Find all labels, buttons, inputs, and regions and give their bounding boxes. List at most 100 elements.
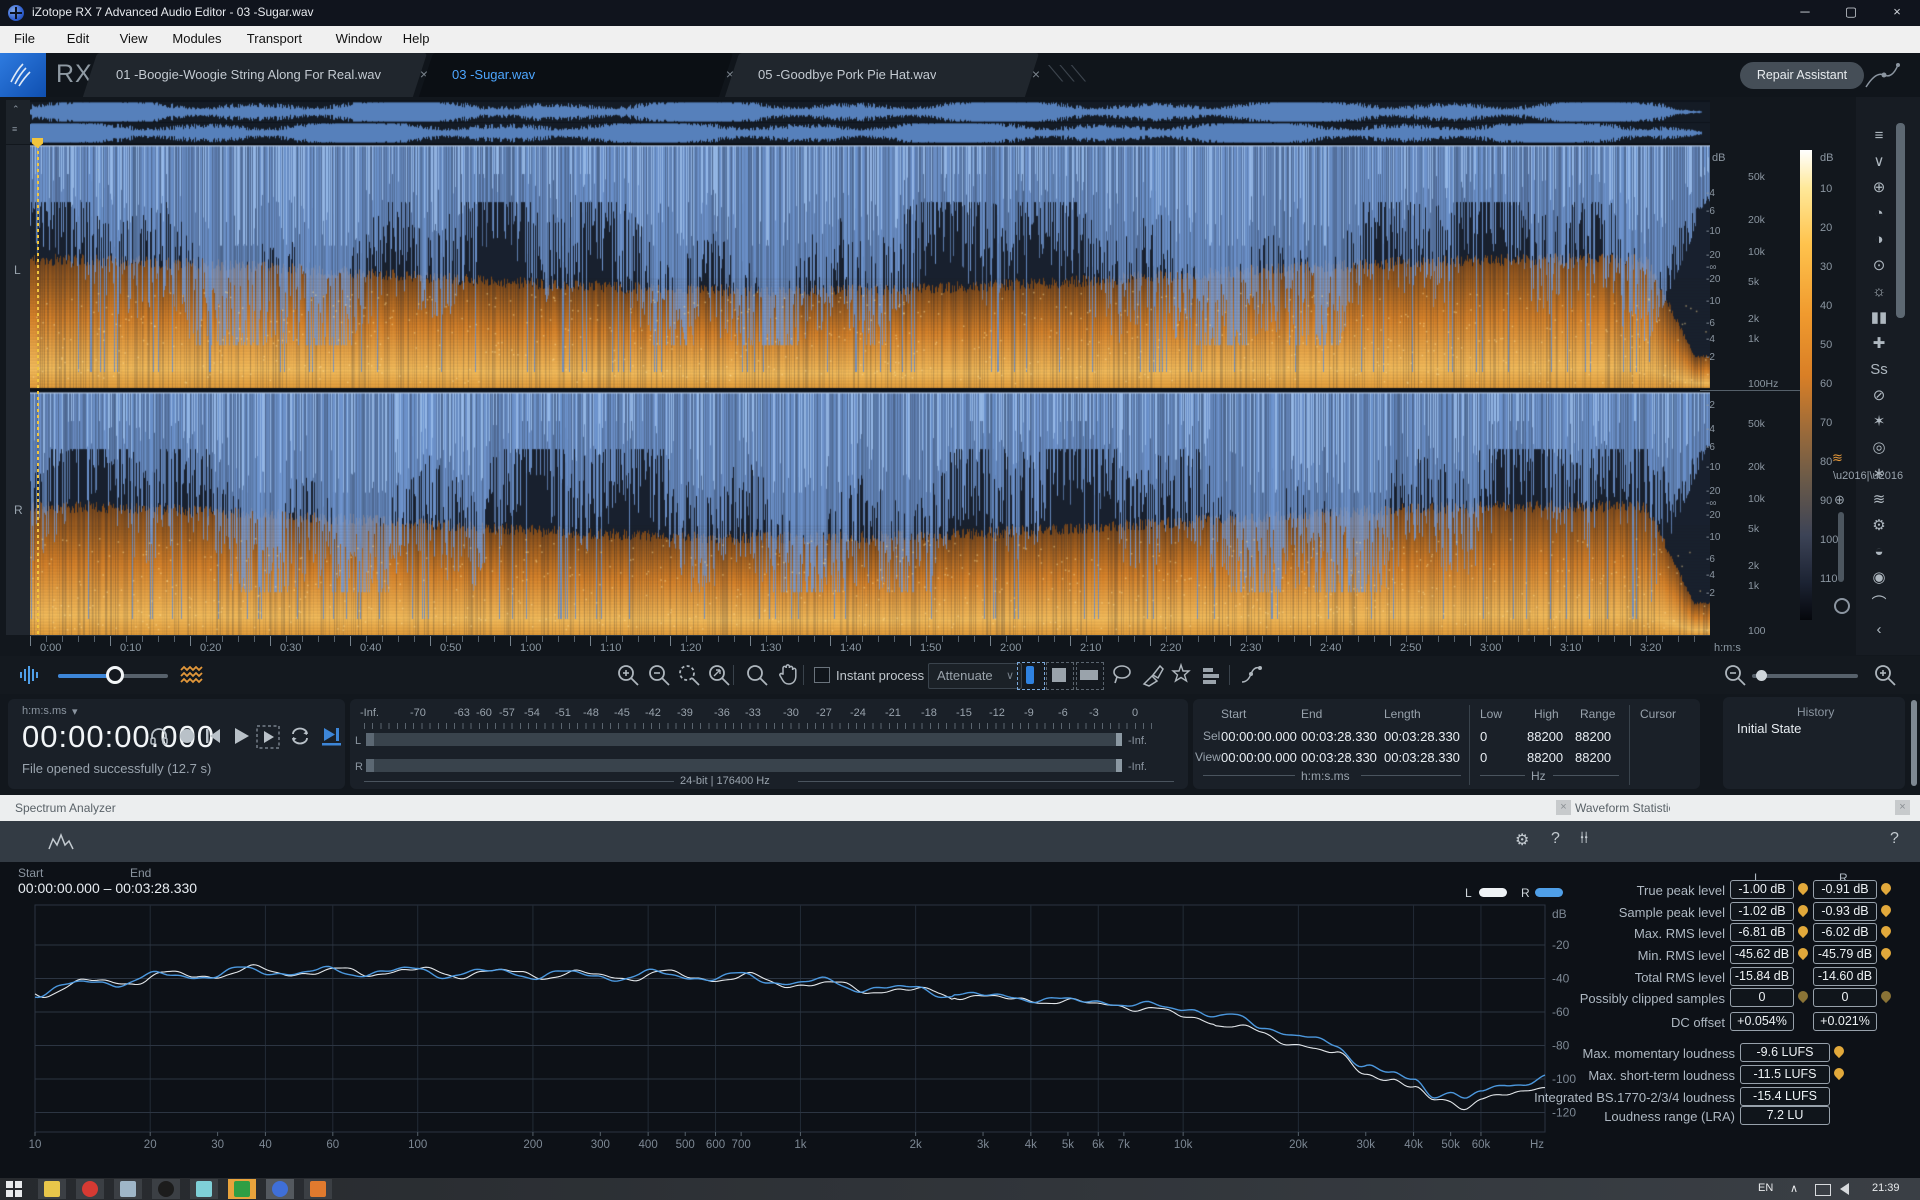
waveform-blend-icon[interactable] bbox=[18, 665, 40, 690]
spectrogram-colorbar[interactable] bbox=[1800, 150, 1812, 620]
overview-collapse-icon[interactable]: ⌃ bbox=[12, 104, 20, 115]
display-tray-icon[interactable] bbox=[1815, 1184, 1831, 1196]
repair-assistant-button[interactable]: Repair Assistant bbox=[1740, 62, 1864, 89]
h-zoom-slider-track[interactable] bbox=[1752, 674, 1858, 678]
mouth-de-click-icon[interactable]: ✶ bbox=[1866, 411, 1892, 433]
loudness-value[interactable]: 7.2 LU bbox=[1740, 1106, 1830, 1125]
collapse-strip-icon[interactable]: ∨ bbox=[1866, 151, 1892, 173]
overview-menu-icon[interactable]: ≡ bbox=[12, 124, 17, 134]
sel-high-value[interactable]: 88200 bbox=[1527, 750, 1563, 765]
sel-high-value[interactable]: 88200 bbox=[1527, 729, 1563, 744]
taskbar-app-calculator[interactable] bbox=[114, 1179, 142, 1199]
spectral-repair-icon[interactable]: ≋ bbox=[1866, 489, 1892, 511]
de-clip-icon[interactable]: ◑ bbox=[1866, 229, 1892, 251]
taskbar-app-file-explorer[interactable] bbox=[38, 1179, 66, 1199]
menu-help[interactable]: Help bbox=[403, 31, 430, 46]
loudness-value[interactable]: -15.4 LUFS bbox=[1740, 1087, 1830, 1106]
playhead-line[interactable] bbox=[37, 145, 39, 635]
stat-value-r[interactable]: -6.02 dB bbox=[1813, 923, 1877, 942]
module-toolbar-scrollbar[interactable] bbox=[1896, 123, 1905, 318]
file-tab-3[interactable]: 05 -Goodbye Pork Pie Hat.wav× bbox=[746, 53, 1046, 97]
sel-range-value[interactable]: 88200 bbox=[1575, 750, 1611, 765]
instant-process-checkbox[interactable] bbox=[814, 667, 830, 683]
taskbar-app-notepad[interactable] bbox=[190, 1179, 218, 1199]
vertical-zoom-reset[interactable] bbox=[1834, 598, 1850, 614]
stat-pin-icon[interactable] bbox=[1796, 946, 1810, 960]
stats-help-icon[interactable]: ? bbox=[1890, 830, 1899, 848]
magic-wand-tool[interactable] bbox=[1168, 662, 1194, 688]
minimize-button[interactable]: ─ bbox=[1782, 0, 1828, 26]
time-format-chevron-icon[interactable]: ▾ bbox=[72, 705, 78, 718]
vertical-zoom-scrollbar[interactable] bbox=[1838, 512, 1844, 582]
channel-label-left[interactable]: L bbox=[14, 263, 21, 277]
gain-icon[interactable]: ▮▮ bbox=[1866, 307, 1892, 329]
zoom-reset-button[interactable] bbox=[706, 662, 732, 688]
taskbar-app-izotope-rx[interactable] bbox=[266, 1179, 294, 1199]
blend-slider-thumb[interactable] bbox=[106, 666, 124, 684]
history-entry[interactable]: Initial State bbox=[1737, 721, 1801, 736]
stat-value-r[interactable]: -0.93 dB bbox=[1813, 902, 1877, 921]
speaker-tray-icon[interactable] bbox=[1840, 1183, 1849, 1195]
stat-value-r[interactable]: +0.021% bbox=[1813, 1012, 1877, 1031]
loop-button[interactable] bbox=[288, 725, 312, 752]
sel-length-value[interactable]: 00:03:28.330 bbox=[1384, 729, 1460, 744]
headphones-icon[interactable] bbox=[148, 725, 170, 752]
stat-value-r[interactable]: -14.60 dB bbox=[1813, 967, 1877, 986]
sel-end-value[interactable]: 00:03:28.330 bbox=[1301, 729, 1377, 744]
de-bleed-icon[interactable]: ⌒ bbox=[1866, 593, 1892, 615]
sel-start-value[interactable]: 00:00:00.000 bbox=[1221, 750, 1297, 765]
stat-pin-icon[interactable] bbox=[1879, 924, 1893, 938]
zoom-in-button[interactable] bbox=[615, 662, 641, 688]
file-tab-1[interactable]: 01 -Boogie-Woogie String Along For Real.… bbox=[104, 53, 434, 97]
loudness-value[interactable]: -9.6 LUFS bbox=[1740, 1043, 1830, 1062]
menu-window[interactable]: Window bbox=[336, 31, 382, 46]
frequency-selection-tool[interactable] bbox=[1076, 662, 1104, 690]
ambience-match-icon[interactable]: ◎ bbox=[1866, 437, 1892, 459]
stat-value-l[interactable]: -15.84 dB bbox=[1730, 967, 1794, 986]
dialogue-isolate-icon[interactable]: ◉ bbox=[1866, 567, 1892, 589]
stat-value-r[interactable]: -45.79 dB bbox=[1813, 945, 1877, 964]
brush-tool[interactable] bbox=[1140, 662, 1166, 688]
menu-edit[interactable]: Edit bbox=[67, 31, 89, 46]
waveform-mini-icon[interactable]: \u2016|\u2016 bbox=[1833, 470, 1903, 482]
hand-tool[interactable] bbox=[775, 662, 801, 688]
panel-close-icon[interactable]: × bbox=[1556, 800, 1571, 815]
spectrum-plot[interactable]: dB-20-40-60-80-100-120102030406010020030… bbox=[0, 862, 1600, 1178]
stat-value-r[interactable]: 0 bbox=[1813, 988, 1877, 1007]
close-button[interactable]: × bbox=[1874, 0, 1920, 26]
stat-pin-icon[interactable] bbox=[1879, 881, 1893, 895]
sel-low-value[interactable]: 0 bbox=[1480, 729, 1487, 744]
stat-pin-icon[interactable] bbox=[1832, 1066, 1846, 1080]
zoom-selection-button[interactable] bbox=[676, 662, 702, 688]
stat-value-l[interactable]: 0 bbox=[1730, 988, 1794, 1007]
taskbar-app-product-portal[interactable] bbox=[228, 1179, 256, 1199]
channel-label-right[interactable]: R bbox=[14, 503, 23, 517]
stat-value-l[interactable]: -1.00 dB bbox=[1730, 880, 1794, 899]
play-selection-button[interactable] bbox=[256, 725, 280, 754]
sel-length-value[interactable]: 00:03:28.330 bbox=[1384, 750, 1460, 765]
menu-modules[interactable]: Modules bbox=[172, 31, 221, 46]
tray-chevron-icon[interactable]: ∧ bbox=[1790, 1182, 1798, 1195]
sel-range-value[interactable]: 88200 bbox=[1575, 729, 1611, 744]
collapse-panel-icon[interactable]: ‹ bbox=[1866, 619, 1892, 641]
de-rustle-icon[interactable]: ◒ bbox=[1866, 541, 1892, 563]
module-menu-icon[interactable]: ≡ bbox=[1866, 125, 1892, 147]
time-format-label[interactable]: h:m:s.ms bbox=[22, 705, 67, 717]
stat-value-r[interactable]: -0.91 dB bbox=[1813, 880, 1877, 899]
sel-start-value[interactable]: 00:00:00.000 bbox=[1221, 729, 1297, 744]
tab-spectrum-analyzer[interactable]: Spectrum Analyzer bbox=[15, 801, 116, 815]
h-zoom-slider-thumb[interactable] bbox=[1756, 670, 1767, 681]
stat-pin-icon[interactable] bbox=[1879, 989, 1893, 1003]
declick-node-tool[interactable] bbox=[1238, 662, 1264, 688]
stat-pin-icon[interactable] bbox=[1832, 1044, 1846, 1058]
maximize-button[interactable]: ▢ bbox=[1828, 0, 1874, 26]
tab-waveform-statistics[interactable]: Waveform Statistics bbox=[1575, 801, 1670, 815]
play-button[interactable] bbox=[230, 725, 252, 752]
instant-bars-icon[interactable] bbox=[1199, 662, 1225, 688]
taskbar-app-start[interactable] bbox=[0, 1179, 28, 1199]
time-frequency-selection-tool[interactable] bbox=[1046, 662, 1074, 690]
file-tab-2[interactable]: 03 -Sugar.wav× bbox=[440, 53, 740, 97]
analyzer-settings-gear-icon[interactable]: ⚙ bbox=[1515, 830, 1529, 850]
taskbar-app-yandex-browser[interactable] bbox=[76, 1179, 104, 1199]
sel-low-value[interactable]: 0 bbox=[1480, 750, 1487, 765]
